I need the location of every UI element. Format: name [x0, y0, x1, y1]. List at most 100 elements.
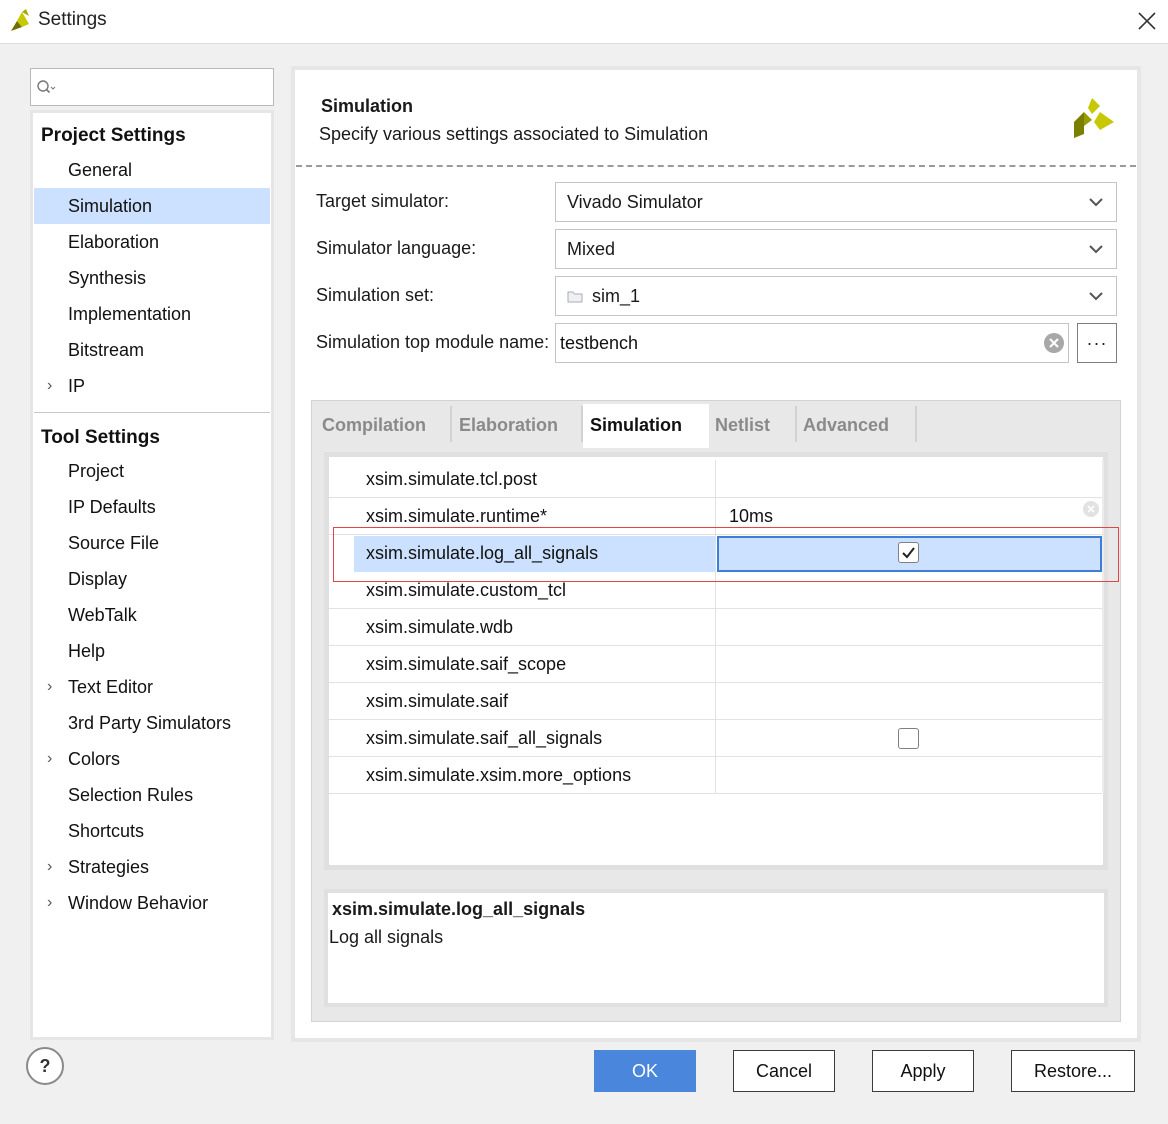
- row-divider: [329, 534, 1102, 535]
- table-row-name[interactable]: xsim.simulate.log_all_signals: [366, 543, 598, 564]
- chevron-down-icon: [1089, 245, 1103, 254]
- nav-item-window-behavior[interactable]: › Window Behavior: [34, 885, 270, 921]
- nav-item-source-file[interactable]: Source File: [34, 525, 270, 561]
- target-simulator-label: Target simulator:: [316, 191, 450, 211]
- vivado-logo-icon: [1074, 98, 1114, 138]
- target-simulator-select[interactable]: Vivado Simulator: [555, 182, 1117, 222]
- cancel-button[interactable]: Cancel: [733, 1050, 835, 1092]
- nav-item-general[interactable]: General: [34, 152, 270, 188]
- title-bar: [0, 0, 1168, 44]
- header-separator: [296, 165, 1136, 167]
- nav-item-label: Bitstream: [68, 340, 145, 360]
- nav-item-label: Source File: [68, 533, 160, 553]
- nav-item-label: Colors: [68, 749, 121, 769]
- nav-item-selection-rules[interactable]: Selection Rules: [34, 777, 270, 813]
- row-divider: [329, 756, 1102, 757]
- folder-icon: [567, 291, 583, 303]
- chevron-right-icon[interactable]: ›: [47, 849, 52, 885]
- chevron-right-icon[interactable]: ›: [47, 885, 52, 921]
- simulation-set-label: Simulation set:: [316, 285, 435, 305]
- restore-button[interactable]: Restore...: [1011, 1050, 1135, 1092]
- clear-icon[interactable]: [1043, 332, 1065, 354]
- nav-item-label: IP Defaults: [68, 497, 156, 517]
- table-row-name[interactable]: xsim.simulate.wdb: [366, 617, 513, 638]
- table-row-name[interactable]: xsim.simulate.saif_all_signals: [366, 728, 602, 749]
- clear-icon[interactable]: [1082, 500, 1100, 518]
- nav-item-label: Shortcuts: [68, 821, 145, 841]
- nav-item-bitstream[interactable]: Bitstream: [34, 332, 270, 368]
- nav-item-elaboration[interactable]: Elaboration: [34, 224, 270, 260]
- nav-item-label: Text Editor: [68, 677, 154, 697]
- nav-item-shortcuts[interactable]: Shortcuts: [34, 813, 270, 849]
- table-row-value[interactable]: 10ms: [729, 506, 773, 527]
- search-input[interactable]: [58, 72, 268, 102]
- apply-button[interactable]: Apply: [872, 1050, 974, 1092]
- nav-item-label: 3rd Party Simulators: [68, 713, 232, 733]
- property-description-text: Log all signals: [329, 927, 444, 947]
- row-divider: [329, 793, 1102, 794]
- log-all-signals-checkbox[interactable]: [898, 542, 919, 563]
- nav-item-label: Simulation: [68, 196, 153, 216]
- nav-item-label: IP: [68, 376, 86, 396]
- scrollbar[interactable]: [1102, 460, 1104, 793]
- nav-item-label: WebTalk: [68, 605, 137, 625]
- nav-item-label: Implementation: [68, 304, 192, 324]
- simulator-language-select[interactable]: Mixed: [555, 229, 1117, 269]
- table-row-name[interactable]: xsim.simulate.saif: [366, 691, 508, 712]
- nav-heading-tool-settings: Tool Settings: [41, 427, 160, 448]
- nav-item-label: Selection Rules: [68, 785, 194, 805]
- tab-compilation[interactable]: Compilation: [312, 404, 452, 446]
- row-divider: [329, 645, 1102, 646]
- nav-item-ip-defaults[interactable]: IP Defaults: [34, 489, 270, 525]
- nav-item-ip[interactable]: › IP: [34, 368, 270, 404]
- chevron-down-icon: [1089, 292, 1103, 301]
- nav-item-display[interactable]: Display: [34, 561, 270, 597]
- top-module-input[interactable]: [558, 327, 1028, 359]
- nav-item-label: Elaboration: [68, 232, 160, 252]
- vivado-logo-icon: [11, 9, 29, 31]
- column-divider: [715, 460, 716, 793]
- simulation-set-select[interactable]: sim_1: [555, 276, 1117, 316]
- nav-item-strategies[interactable]: › Strategies: [34, 849, 270, 885]
- window-title: Settings: [38, 9, 107, 30]
- row-divider: [329, 608, 1102, 609]
- table-row-name[interactable]: xsim.simulate.saif_scope: [366, 654, 566, 675]
- tab-advanced[interactable]: Advanced: [793, 404, 915, 446]
- nav-item-synthesis[interactable]: Synthesis: [34, 260, 270, 296]
- simulator-language-value: Mixed: [567, 238, 616, 259]
- nav-item-label: Project: [68, 461, 125, 481]
- chevron-down-icon: [1089, 198, 1103, 207]
- tab-netlist[interactable]: Netlist: [705, 404, 795, 446]
- nav-item-project[interactable]: Project: [34, 453, 270, 489]
- browse-button[interactable]: ···: [1077, 323, 1117, 363]
- simulator-language-label: Simulator language:: [316, 238, 477, 258]
- nav-item-label: Strategies: [68, 857, 150, 877]
- nav-item-label: Window Behavior: [68, 893, 209, 913]
- nav-item-label: Help: [68, 641, 106, 661]
- property-description-title: xsim.simulate.log_all_signals: [332, 899, 586, 919]
- nav-item-help[interactable]: Help: [34, 633, 270, 669]
- close-button[interactable]: [1128, 2, 1166, 40]
- nav-item-webtalk[interactable]: WebTalk: [34, 597, 270, 633]
- tab-separator: [915, 406, 917, 442]
- page-description: Specify various settings associated to S…: [319, 124, 709, 144]
- table-row-name[interactable]: xsim.simulate.custom_tcl: [366, 580, 566, 601]
- chevron-right-icon[interactable]: ›: [47, 669, 52, 705]
- tab-elaboration[interactable]: Elaboration: [449, 404, 581, 446]
- table-row-name[interactable]: xsim.simulate.runtime*: [366, 506, 547, 527]
- ok-button[interactable]: OK: [594, 1050, 696, 1092]
- nav-item-text-editor[interactable]: › Text Editor: [34, 669, 270, 705]
- nav-item-implementation[interactable]: Implementation: [34, 296, 270, 332]
- nav-divider: [34, 412, 270, 413]
- table-row-name[interactable]: xsim.simulate.tcl.post: [366, 469, 537, 490]
- chevron-right-icon[interactable]: ›: [47, 741, 52, 777]
- table-row-name[interactable]: xsim.simulate.xsim.more_options: [366, 765, 631, 786]
- chevron-right-icon[interactable]: ›: [47, 368, 52, 404]
- close-icon: [1138, 12, 1156, 30]
- nav-item-3rd-party-simulators[interactable]: 3rd Party Simulators: [34, 705, 270, 741]
- help-button[interactable]: ?: [26, 1047, 64, 1085]
- nav-item-simulation[interactable]: Simulation: [34, 188, 270, 224]
- saif-all-signals-checkbox[interactable]: [898, 728, 919, 749]
- tab-simulation[interactable]: Simulation: [583, 404, 709, 448]
- nav-item-colors[interactable]: › Colors: [34, 741, 270, 777]
